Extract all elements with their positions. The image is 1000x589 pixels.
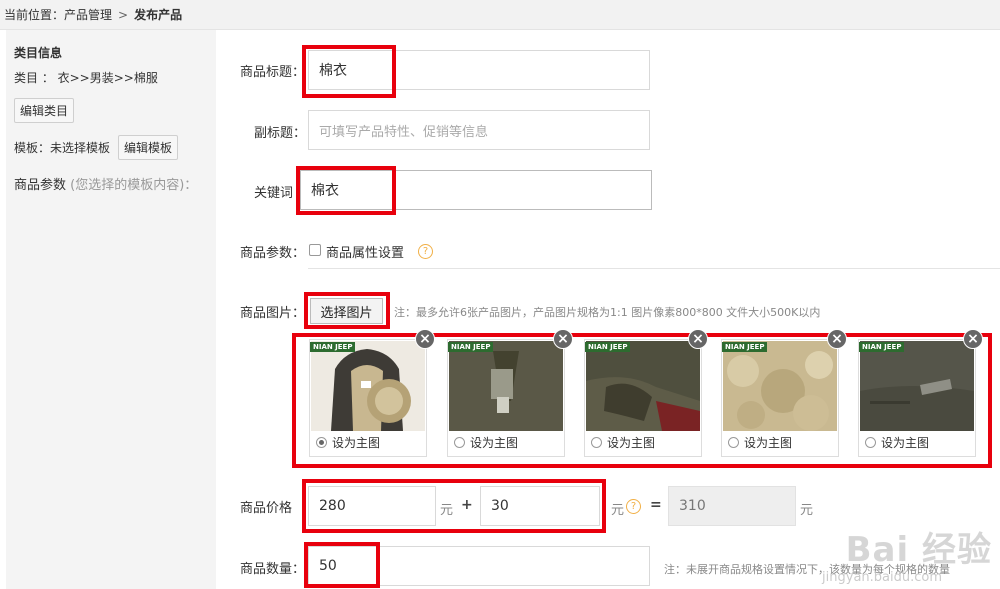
equals-sign: = bbox=[650, 497, 662, 513]
radio-icon[interactable] bbox=[728, 437, 739, 448]
edit-category-button[interactable]: 编辑类目 bbox=[14, 98, 75, 123]
category-info-title: 类目信息 bbox=[14, 46, 63, 60]
breadcrumb-publish-product: 发布产品 bbox=[134, 8, 183, 22]
template-status: 模板：未选择模板 bbox=[14, 141, 111, 155]
total-unit: 元 bbox=[800, 503, 814, 518]
category-sidebar: 类目信息 类目 ： 衣>>男装>>棉服 编辑类目 模板：未选择模板 编辑模板 商… bbox=[6, 30, 216, 589]
breadcrumb: 当前位置： 产品管理 > 发布产品 bbox=[0, 0, 1000, 30]
set-main-option[interactable]: 设为主图 bbox=[865, 434, 929, 451]
set-main-label[interactable]: 设为主图 bbox=[607, 434, 655, 451]
chevron-right-icon: > bbox=[118, 7, 129, 22]
product-thumbnail[interactable]: NIAN JEEP 设为主图 bbox=[858, 339, 976, 457]
help-icon[interactable]: ? bbox=[626, 499, 641, 514]
brand-tag: NIAN JEEP bbox=[310, 342, 356, 352]
help-icon[interactable]: ? bbox=[418, 244, 433, 259]
price-input[interactable]: 280 bbox=[308, 486, 436, 526]
total-price-field: 310 bbox=[668, 486, 796, 526]
fleece-lining-image bbox=[723, 341, 837, 431]
baidu-watermark: Bai 经验 jingyan.baidu.com bbox=[822, 522, 992, 585]
set-main-label[interactable]: 设为主图 bbox=[881, 434, 929, 451]
breadcrumb-prefix: 当前位置： bbox=[4, 8, 65, 22]
radio-icon[interactable] bbox=[591, 437, 602, 448]
brand-tag: NIAN JEEP bbox=[585, 342, 631, 352]
set-main-option[interactable]: 设为主图 bbox=[728, 434, 792, 451]
watermark-brand: Bai 经验 bbox=[845, 530, 992, 570]
price-label: 商品价格 bbox=[240, 501, 293, 516]
set-main-label[interactable]: 设为主图 bbox=[470, 434, 518, 451]
subtitle-label: 副标题： bbox=[254, 126, 307, 141]
title-input[interactable]: 棉衣 bbox=[308, 50, 650, 90]
subtitle-input[interactable]: 可填写产品特性、促销等信息 bbox=[308, 110, 650, 150]
set-main-option[interactable]: 设为主图 bbox=[454, 434, 518, 451]
params-hint: (您选择的模板内容)： bbox=[70, 178, 198, 193]
keyword-label: 关键词 bbox=[254, 186, 294, 201]
radio-icon[interactable] bbox=[865, 437, 876, 448]
brand-tag: NIAN JEEP bbox=[448, 342, 494, 352]
quantity-input[interactable]: 50 bbox=[308, 546, 650, 586]
breadcrumb-product-management[interactable]: 产品管理 bbox=[64, 6, 112, 23]
close-icon[interactable]: × bbox=[827, 329, 847, 349]
images-note: 注：最多允许6张产品图片，产品图片规格为1:1 图片像素800*800 文件大小… bbox=[394, 306, 821, 319]
price-unit: 元 bbox=[440, 503, 454, 518]
attribute-settings-checkbox[interactable] bbox=[309, 244, 321, 256]
close-icon[interactable]: × bbox=[553, 329, 573, 349]
jacket-front-image bbox=[311, 341, 425, 431]
choose-image-button[interactable]: 选择图片 bbox=[310, 298, 383, 324]
product-form: 商品标题： 棉衣 副标题： 可填写产品特性、促销等信息 关键词 棉衣 商品参数：… bbox=[218, 30, 1000, 589]
product-thumbnail[interactable]: NIAN JEEP 设为主图 bbox=[447, 339, 565, 457]
params-heading: 商品参数 (您选择的模板内容)： bbox=[14, 174, 208, 193]
edit-template-button[interactable]: 编辑模板 bbox=[118, 135, 179, 160]
brand-tag: NIAN JEEP bbox=[859, 342, 905, 352]
close-icon[interactable]: × bbox=[963, 329, 983, 349]
plus-sign: + bbox=[461, 497, 473, 513]
product-thumbnail[interactable]: NIAN JEEP 设为主图 bbox=[309, 339, 427, 457]
attribute-settings-label[interactable]: 商品属性设置 bbox=[326, 242, 404, 261]
extra-unit: 元 bbox=[611, 503, 625, 518]
set-main-label[interactable]: 设为主图 bbox=[744, 434, 792, 451]
watermark-url: jingyan.baidu.com bbox=[822, 570, 942, 585]
set-main-option[interactable]: 设为主图 bbox=[316, 434, 380, 451]
product-thumbnail[interactable]: NIAN JEEP 设为主图 bbox=[721, 339, 839, 457]
keyword-input[interactable]: 棉衣 bbox=[300, 170, 652, 210]
set-main-option[interactable]: 设为主图 bbox=[591, 434, 655, 451]
set-main-label[interactable]: 设为主图 bbox=[332, 434, 380, 451]
close-icon[interactable]: × bbox=[688, 329, 708, 349]
radio-selected-icon[interactable] bbox=[316, 437, 327, 448]
quantity-label: 商品数量： bbox=[240, 562, 306, 577]
title-label: 商品标题： bbox=[240, 65, 306, 80]
params-row-label: 商品参数： bbox=[240, 246, 306, 261]
extra-price-input[interactable]: 30 bbox=[480, 486, 600, 526]
radio-icon[interactable] bbox=[454, 437, 465, 448]
product-thumbnail[interactable]: NIAN JEEP 设为主图 bbox=[584, 339, 702, 457]
zipper-closeup-image bbox=[449, 341, 563, 431]
brand-tag: NIAN JEEP bbox=[722, 342, 768, 352]
divider bbox=[308, 268, 1000, 269]
images-label: 商品图片： bbox=[240, 306, 306, 321]
category-path: 类目 ： 衣>>男装>>棉服 bbox=[14, 71, 158, 85]
close-icon[interactable]: × bbox=[415, 329, 435, 349]
params-label: 商品参数 bbox=[14, 178, 67, 193]
sleeve-closeup-image bbox=[586, 341, 700, 431]
pocket-closeup-image bbox=[860, 341, 974, 431]
